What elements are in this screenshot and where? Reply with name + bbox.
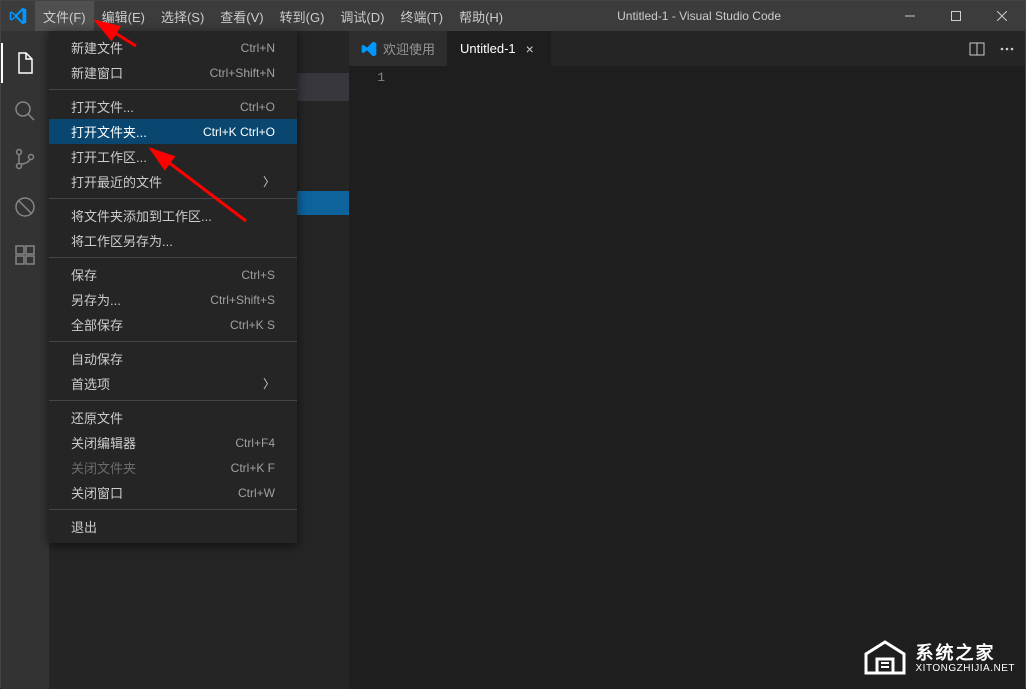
- menu-save-all[interactable]: 全部保存Ctrl+K S: [49, 312, 297, 337]
- menubar: 文件(F) 编辑(E) 选择(S) 查看(V) 转到(G) 调试(D) 终端(T…: [35, 1, 511, 31]
- search-icon[interactable]: [1, 87, 49, 135]
- editor-body[interactable]: 1: [349, 66, 1025, 689]
- extensions-icon[interactable]: [1, 231, 49, 279]
- chevron-right-icon: 〉: [263, 173, 275, 190]
- file-menu-dropdown: 新建文件Ctrl+N 新建窗口Ctrl+Shift+N 打开文件...Ctrl+…: [49, 31, 297, 543]
- menu-separator: [49, 341, 297, 342]
- menu-open-workspace[interactable]: 打开工作区...: [49, 144, 297, 169]
- menu-selection[interactable]: 选择(S): [153, 1, 212, 31]
- editor-tabs: 欢迎使用 Untitled-1 ×: [349, 31, 1025, 66]
- menu-close-window[interactable]: 关闭窗口Ctrl+W: [49, 480, 297, 505]
- menu-add-folder-workspace[interactable]: 将文件夹添加到工作区...: [49, 203, 297, 228]
- menu-terminal[interactable]: 终端(T): [392, 1, 451, 31]
- menu-help[interactable]: 帮助(H): [451, 1, 511, 31]
- menu-go[interactable]: 转到(G): [272, 1, 333, 31]
- text-content[interactable]: [407, 66, 1025, 689]
- menu-auto-save[interactable]: 自动保存: [49, 346, 297, 371]
- menu-debug[interactable]: 调试(D): [332, 1, 392, 31]
- menu-close-folder: 关闭文件夹Ctrl+K F: [49, 455, 297, 480]
- menu-exit[interactable]: 退出: [49, 514, 297, 539]
- vscode-logo: [1, 1, 35, 31]
- menu-separator: [49, 89, 297, 90]
- minimize-button[interactable]: [887, 1, 933, 31]
- menu-edit[interactable]: 编辑(E): [94, 1, 153, 31]
- watermark-text-cn: 系统之家: [916, 644, 1016, 664]
- activity-bar: [1, 31, 49, 689]
- menu-view[interactable]: 查看(V): [212, 1, 271, 31]
- close-button[interactable]: [979, 1, 1025, 31]
- window-controls: [887, 1, 1025, 31]
- watermark-logo-icon: [862, 639, 908, 679]
- menu-file[interactable]: 文件(F): [35, 1, 94, 31]
- tab-label: 欢迎使用: [383, 39, 435, 58]
- editor-area: 欢迎使用 Untitled-1 × 1: [349, 31, 1025, 689]
- line-number: 1: [349, 70, 385, 85]
- close-icon[interactable]: ×: [522, 41, 538, 57]
- menu-revert-file[interactable]: 还原文件: [49, 405, 297, 430]
- menu-close-editor[interactable]: 关闭编辑器Ctrl+F4: [49, 430, 297, 455]
- menu-save[interactable]: 保存Ctrl+S: [49, 262, 297, 287]
- menu-preferences[interactable]: 首选项〉: [49, 371, 297, 396]
- explorer-icon[interactable]: [1, 39, 49, 87]
- menu-new-window[interactable]: 新建窗口Ctrl+Shift+N: [49, 60, 297, 85]
- menu-open-recent[interactable]: 打开最近的文件〉: [49, 169, 297, 194]
- menu-open-file[interactable]: 打开文件...Ctrl+O: [49, 94, 297, 119]
- watermark-text-en: XITONGZHIJIA.NET: [916, 663, 1016, 674]
- menu-save-as[interactable]: 另存为...Ctrl+Shift+S: [49, 287, 297, 312]
- window-title: Untitled-1 - Visual Studio Code: [511, 9, 887, 23]
- menu-open-folder[interactable]: 打开文件夹...Ctrl+K Ctrl+O: [49, 119, 297, 144]
- tab-welcome[interactable]: 欢迎使用: [349, 31, 448, 66]
- split-editor-icon[interactable]: [969, 41, 985, 57]
- tab-label: Untitled-1: [460, 41, 516, 56]
- titlebar: 文件(F) 编辑(E) 选择(S) 查看(V) 转到(G) 调试(D) 终端(T…: [1, 1, 1025, 31]
- chevron-right-icon: 〉: [263, 375, 275, 392]
- watermark: 系统之家 XITONGZHIJIA.NET: [862, 639, 1016, 679]
- more-icon[interactable]: [999, 41, 1015, 57]
- maximize-button[interactable]: [933, 1, 979, 31]
- menu-separator: [49, 257, 297, 258]
- debug-icon[interactable]: [1, 183, 49, 231]
- source-control-icon[interactable]: [1, 135, 49, 183]
- menu-save-workspace-as[interactable]: 将工作区另存为...: [49, 228, 297, 253]
- menu-separator: [49, 400, 297, 401]
- menu-separator: [49, 509, 297, 510]
- line-gutter: 1: [349, 66, 407, 689]
- tab-untitled[interactable]: Untitled-1 ×: [448, 31, 551, 66]
- menu-separator: [49, 198, 297, 199]
- menu-new-file[interactable]: 新建文件Ctrl+N: [49, 35, 297, 60]
